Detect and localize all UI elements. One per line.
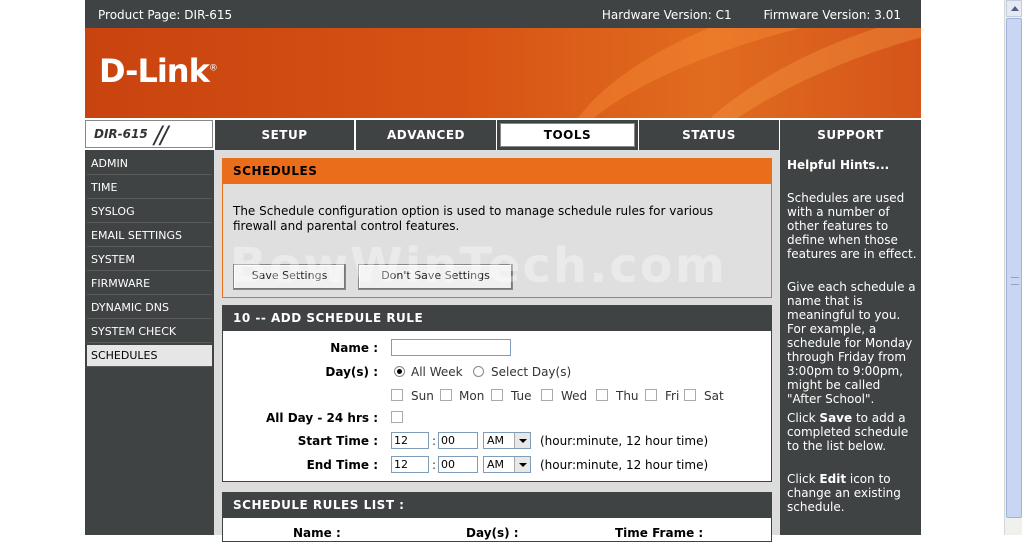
thu-checkbox[interactable] (596, 389, 608, 401)
select-days-radio[interactable] (473, 366, 484, 377)
end-minute-input[interactable]: 00 (438, 456, 478, 473)
sat-label: Sat (704, 389, 724, 403)
start-ampm-select[interactable]: AM (483, 432, 531, 449)
dlink-banner: D-Link® (85, 28, 921, 118)
slash-decoration-icon: // (154, 121, 168, 149)
hints-paragraph-4: Click Edit icon to change an existing sc… (787, 472, 901, 514)
fri-label: Fri (665, 389, 680, 403)
tue-checkbox[interactable] (491, 389, 503, 401)
scrollbar-thumb[interactable] (1006, 18, 1022, 518)
fri-checkbox[interactable] (645, 389, 657, 401)
sidebar-item-email-settings[interactable]: EMAIL SETTINGS (87, 225, 212, 247)
tab-tools[interactable]: TOOLS (497, 120, 638, 150)
top-info-bar: Product Page: DIR-615 Hardware Version: … (85, 0, 921, 28)
hints-paragraph-2: Give each schedule a name that is meanin… (787, 280, 916, 406)
watermark: BowWinTech.com (230, 238, 727, 294)
tab-setup[interactable]: SETUP (215, 120, 354, 150)
hardware-version: Hardware Version: C1 (601, 8, 732, 22)
wed-checkbox[interactable] (541, 389, 553, 401)
start-time-hint: (hour:minute, 12 hour time) (540, 434, 709, 448)
hints-paragraph-3: Click Save to add a completed schedule t… (787, 411, 909, 453)
col-name-header: Name : (293, 526, 341, 540)
start-minute-input[interactable]: 00 (438, 432, 478, 449)
sat-checkbox[interactable] (684, 389, 696, 401)
end-hour-input[interactable]: 12 (391, 456, 429, 473)
rules-list-header: SCHEDULE RULES LIST : (223, 493, 771, 518)
firmware-version: Firmware Version: 3.01 (763, 8, 901, 22)
dlink-logo: D-Link® (99, 52, 218, 90)
end-ampm-select[interactable]: AM (483, 456, 531, 473)
model-name: DIR-615 (94, 127, 148, 141)
add-schedule-rule-panel: 10 -- ADD SCHEDULE RULE Name : Day(s) : … (222, 305, 772, 482)
product-page-label: Product Page: DIR-615 (98, 8, 233, 22)
sun-label: Sun (411, 389, 434, 403)
schedule-name-input[interactable] (391, 339, 511, 356)
end-time-separator: : (432, 458, 437, 472)
all-week-radio[interactable] (394, 366, 405, 377)
chevron-down-icon (514, 457, 530, 472)
sidebar-item-admin[interactable]: ADMIN (87, 153, 212, 175)
scroll-up-icon[interactable] (1006, 0, 1022, 17)
chevron-down-icon (514, 433, 530, 448)
model-badge: DIR-615 // (85, 120, 213, 149)
start-time-label: Start Time : (297, 434, 378, 448)
tab-support[interactable]: SUPPORT (780, 120, 921, 150)
start-hour-input[interactable]: 12 (391, 432, 429, 449)
tue-label: Tue (511, 389, 532, 403)
main-content: SCHEDULES The Schedule configuration opt… (214, 150, 780, 542)
sidebar-item-dynamic-dns[interactable]: DYNAMIC DNS (87, 297, 212, 319)
all-day-checkbox[interactable] (391, 411, 403, 423)
mon-label: Mon (459, 389, 485, 403)
end-time-label: End Time : (306, 458, 378, 472)
end-time-hint: (hour:minute, 12 hour time) (540, 458, 709, 472)
all-week-label: All Week (411, 365, 463, 379)
helpful-hints-panel: Helpful Hints... Schedules are used with… (780, 150, 921, 535)
tab-advanced[interactable]: ADVANCED (356, 120, 496, 150)
hints-title: Helpful Hints... (787, 158, 890, 172)
sidebar-item-system[interactable]: SYSTEM (87, 249, 212, 271)
mon-checkbox[interactable] (440, 389, 452, 401)
vertical-scrollbar[interactable] (1004, 0, 1022, 535)
schedules-description: The Schedule configuration option is use… (233, 204, 714, 233)
sidebar-item-schedules[interactable]: SCHEDULES (87, 345, 212, 367)
add-rule-header: 10 -- ADD SCHEDULE RULE (223, 306, 771, 331)
hints-paragraph-1: Schedules are used with a number of othe… (787, 191, 917, 261)
col-days-header: Day(s) : (466, 526, 519, 540)
start-time-separator: : (432, 434, 437, 448)
thu-label: Thu (616, 389, 639, 403)
sidebar-item-firmware[interactable]: FIRMWARE (87, 273, 212, 295)
sidebar-item-time[interactable]: TIME (87, 177, 212, 199)
sidebar-item-syslog[interactable]: SYSLOG (87, 201, 212, 223)
wed-label: Wed (561, 389, 588, 403)
sidebar: ADMIN TIME SYSLOG EMAIL SETTINGS SYSTEM … (85, 150, 214, 535)
sidebar-item-system-check[interactable]: SYSTEM CHECK (87, 321, 212, 343)
col-time-frame-header: Time Frame : (615, 526, 704, 540)
select-days-label: Select Day(s) (491, 365, 572, 379)
all-day-label: All Day - 24 hrs : (266, 411, 378, 425)
sun-checkbox[interactable] (391, 389, 403, 401)
tab-status[interactable]: STATUS (639, 120, 779, 150)
name-label: Name : (330, 341, 378, 355)
days-label: Day(s) : (325, 365, 378, 379)
schedules-header: SCHEDULES (223, 159, 771, 184)
